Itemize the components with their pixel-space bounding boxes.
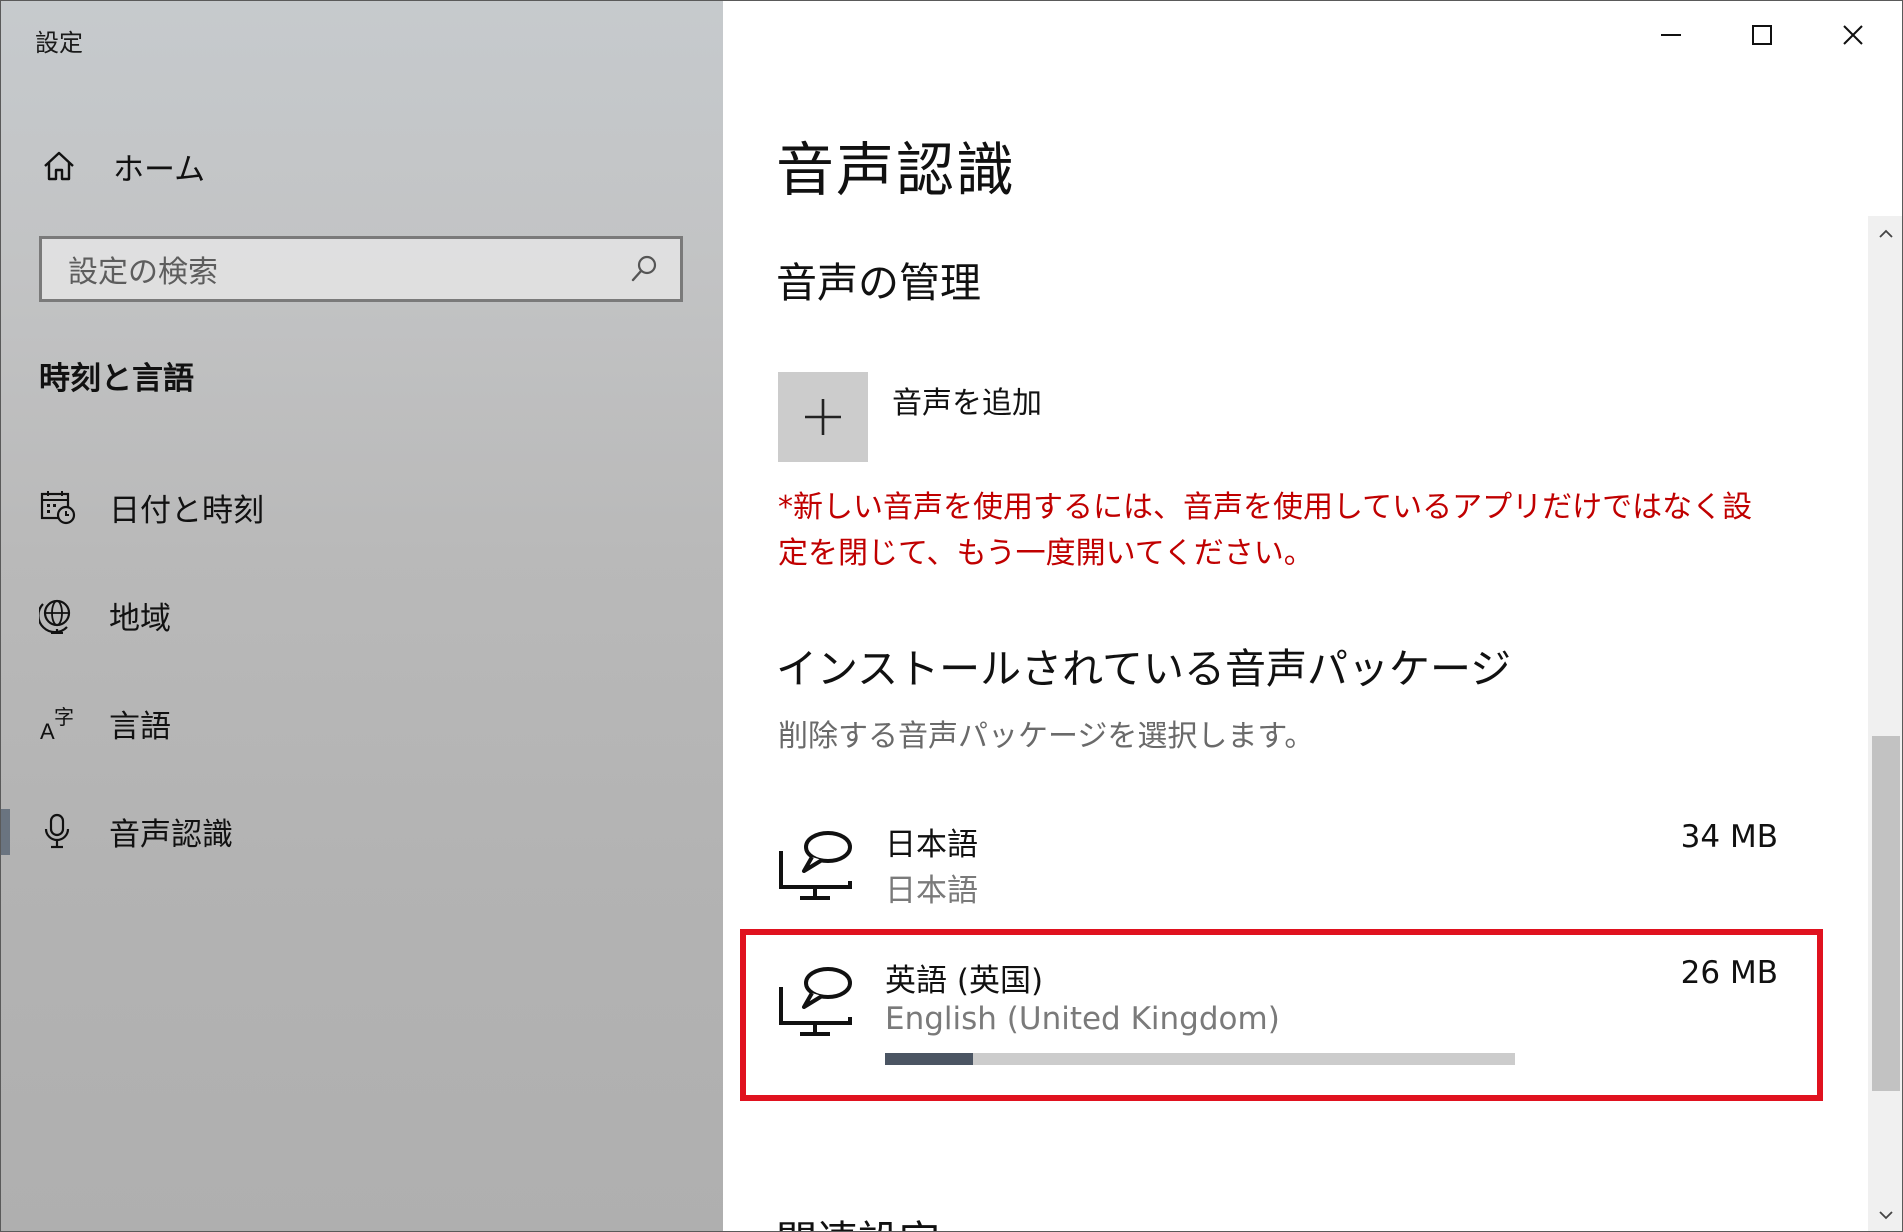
settings-window: 設定 ホーム 設定の検索 時刻と言語 日付と時刻 地域 A 字 言語 音声認識 … xyxy=(0,0,1903,1232)
installed-packages-heading: インストールされている音声パッケージ xyxy=(776,645,1512,693)
home-icon xyxy=(44,151,74,181)
sidebar-item-language[interactable]: A 字 言語 xyxy=(1,683,723,763)
calendar-clock-icon xyxy=(40,491,76,525)
home-label: ホーム xyxy=(113,151,206,188)
package-name: 日本語 xyxy=(885,827,978,863)
sidebar-item-date-time[interactable]: 日付と時刻 xyxy=(1,467,723,547)
sidebar-item-label: 言語 xyxy=(109,708,171,745)
voice-package-japanese[interactable]: 日本語 日本語 34 MB xyxy=(778,819,1778,929)
manage-voices-heading: 音声の管理 xyxy=(776,259,981,307)
globe-icon xyxy=(39,599,71,634)
section-heading: 時刻と言語 xyxy=(39,361,194,397)
add-voice-button[interactable]: 音声を追加 xyxy=(778,372,1042,462)
add-voice-tile[interactable] xyxy=(778,372,868,462)
restart-notice: *新しい音声を使用するには、音声を使用しているアプリだけではなく設定を閉じて、も… xyxy=(778,490,1753,571)
package-subtitle: 日本語 xyxy=(885,873,978,909)
search-box[interactable]: 設定の検索 xyxy=(39,236,683,302)
sidebar-item-label: 地域 xyxy=(109,600,171,637)
app-title: 設定 xyxy=(35,29,83,57)
vertical-scrollbar[interactable] xyxy=(1868,216,1902,1231)
minimize-icon xyxy=(1661,34,1681,36)
package-size: 34 MB xyxy=(1680,819,1778,855)
svg-text:字: 字 xyxy=(54,705,74,729)
maximize-button[interactable] xyxy=(1732,11,1792,59)
add-voice-label: 音声を追加 xyxy=(892,386,1042,421)
installed-packages-description: 削除する音声パッケージを選択します。 xyxy=(778,719,1315,754)
search-icon[interactable] xyxy=(628,253,660,285)
close-button[interactable] xyxy=(1823,11,1883,59)
search-input[interactable]: 設定の検索 xyxy=(42,247,628,291)
related-settings-heading: 関連設定 xyxy=(776,1207,940,1231)
home-nav[interactable]: ホーム xyxy=(41,141,205,191)
microphone-icon xyxy=(44,813,70,849)
speech-monitor-icon xyxy=(779,831,852,900)
sidebar-item-label: 音声認識 xyxy=(109,816,233,853)
content-pane: 音声認識 音声の管理 音声を追加 *新しい音声を使用するには、音声を使用している… xyxy=(723,1,1902,1231)
selection-indicator xyxy=(1,809,10,855)
scroll-up-button[interactable] xyxy=(1868,216,1902,252)
page-title: 音声認識 xyxy=(776,136,1017,204)
scroll-down-button[interactable] xyxy=(1868,1197,1902,1231)
plus-icon xyxy=(805,399,841,435)
sidebar-item-region[interactable]: 地域 xyxy=(1,575,723,655)
sidebar-item-speech[interactable]: 音声認識 xyxy=(1,791,723,871)
minimize-button[interactable] xyxy=(1641,11,1701,59)
language-icon: A 字 xyxy=(40,705,74,742)
close-icon xyxy=(1843,25,1863,45)
chevron-down-icon xyxy=(1879,1211,1893,1220)
scrollbar-thumb[interactable] xyxy=(1872,736,1900,1091)
highlight-annotation-box xyxy=(740,929,1823,1101)
chevron-up-icon xyxy=(1879,229,1893,238)
sidebar: 設定 ホーム 設定の検索 時刻と言語 日付と時刻 地域 A 字 言語 音声認識 xyxy=(1,1,723,1231)
svg-text:A: A xyxy=(40,719,55,742)
maximize-icon xyxy=(1752,25,1772,45)
sidebar-item-label: 日付と時刻 xyxy=(109,492,264,529)
